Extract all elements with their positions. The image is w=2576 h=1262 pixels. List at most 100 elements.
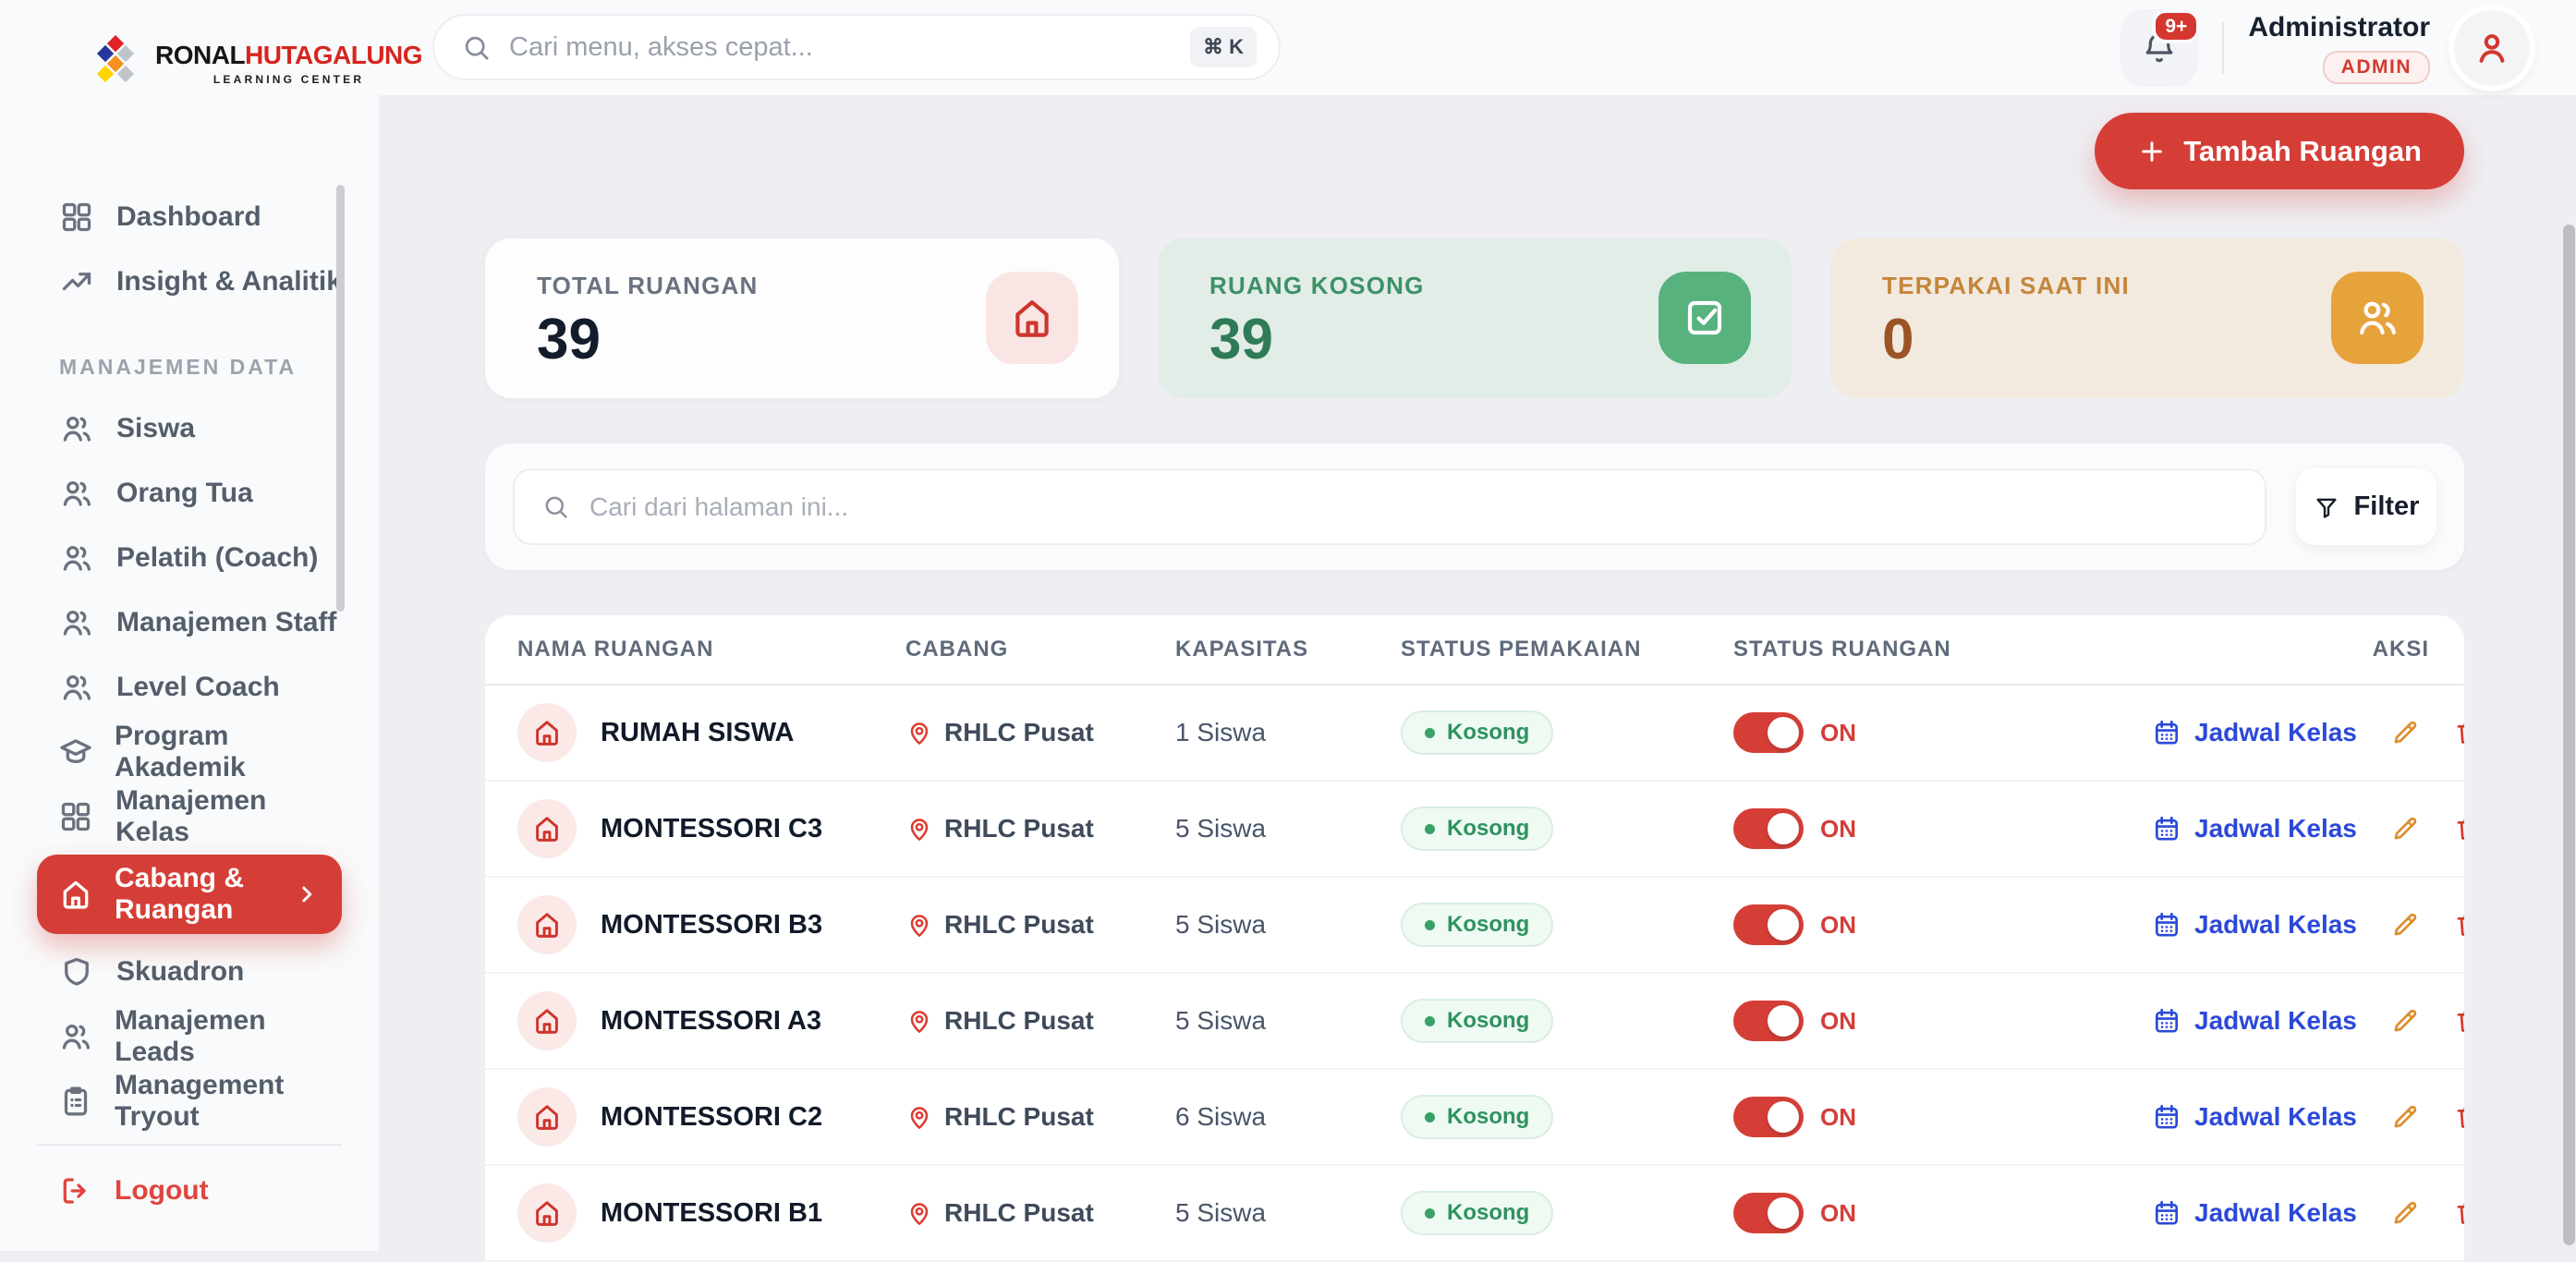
global-search-input[interactable] <box>509 32 1172 63</box>
brand-logo-icon <box>87 35 144 92</box>
sidebar-item-cabang-ruangan[interactable]: Cabang & Ruangan <box>37 855 342 934</box>
stat-card-total-ruangan: TOTAL RUANGAN 39 <box>485 238 1119 398</box>
sidebar-item-level-coach[interactable]: Level Coach <box>37 655 342 720</box>
home-icon <box>517 703 577 762</box>
delete-button[interactable] <box>2453 1198 2464 1228</box>
filter-icon <box>2314 494 2339 520</box>
table-body: RUMAH SISWARHLC Pusat1 SiswaKosongONJadw… <box>485 686 2464 1262</box>
room-status-cell: ON <box>1733 808 2152 849</box>
filter-button[interactable]: Filter <box>2296 468 2436 545</box>
room-power-toggle[interactable] <box>1733 1097 1804 1137</box>
edit-button[interactable] <box>2390 1198 2420 1228</box>
logout-button[interactable]: Logout <box>37 1159 342 1223</box>
usage-status-cell: Kosong <box>1401 710 1733 755</box>
toggle-state-label: ON <box>1820 719 1856 747</box>
usage-status-cell: Kosong <box>1401 903 1733 947</box>
table-row: MONTESSORI B3RHLC Pusat5 SiswaKosongONJa… <box>485 878 2464 974</box>
schedule-link[interactable]: Jadwal Kelas <box>2152 814 2357 843</box>
room-power-toggle[interactable] <box>1733 904 1804 945</box>
avatar[interactable] <box>2454 10 2530 86</box>
room-name-cell: MONTESSORI C2 <box>517 1087 905 1147</box>
stats-row: TOTAL RUANGAN 39 RUANG KOSONG 39 TERPAKA… <box>485 238 2464 398</box>
toggle-state-label: ON <box>1820 1103 1856 1132</box>
home-icon <box>517 1183 577 1243</box>
filter-label: Filter <box>2354 491 2420 522</box>
room-name-cell: MONTESSORI A3 <box>517 991 905 1050</box>
delete-button[interactable] <box>2453 1006 2464 1036</box>
sidebar-item-manajemen-leads[interactable]: Manajemen Leads <box>37 1004 342 1069</box>
sidebar-item-label: Manajemen Kelas <box>115 785 342 848</box>
usage-status-cell: Kosong <box>1401 807 1733 851</box>
room-power-toggle[interactable] <box>1733 1001 1804 1041</box>
search-icon <box>462 33 491 62</box>
sidebar-item-pelatih-coach[interactable]: Pelatih (Coach) <box>37 526 342 590</box>
stat-card-terpakai: TERPAKAI SAAT INI 0 <box>1830 238 2464 398</box>
table-row: MONTESSORI C2RHLC Pusat6 SiswaKosongONJa… <box>485 1070 2464 1166</box>
sidebar-item-dashboard[interactable]: Dashboard <box>37 185 342 249</box>
edit-button[interactable] <box>2390 1006 2420 1036</box>
home-icon <box>986 272 1078 364</box>
branch-name: RHLC Pusat <box>944 1198 1094 1228</box>
delete-button[interactable] <box>2453 910 2464 940</box>
schedule-link[interactable]: Jadwal Kelas <box>2152 718 2357 747</box>
sidebar-item-orang-tua[interactable]: Orang Tua <box>37 461 342 526</box>
brand-logo-text: RONALHUTAGALUNG LEARNING CENTER <box>155 42 422 85</box>
col-header-status-pemakaian: STATUS PEMAKAIAN <box>1401 637 1733 662</box>
schedule-label: Jadwal Kelas <box>2194 1102 2357 1132</box>
map-pin-icon <box>905 815 933 843</box>
room-power-toggle[interactable] <box>1733 808 1804 849</box>
brand-subtitle: LEARNING CENTER <box>155 74 422 85</box>
branch-cell: RHLC Pusat <box>905 1102 1175 1132</box>
delete-button[interactable] <box>2453 718 2464 747</box>
status-text: Kosong <box>1447 1200 1529 1226</box>
schedule-link[interactable]: Jadwal Kelas <box>2152 910 2357 940</box>
status-dot-icon <box>1425 1016 1435 1026</box>
sidebar-item-label: Manajemen Staff <box>116 607 336 638</box>
edit-button[interactable] <box>2390 910 2420 940</box>
delete-button[interactable] <box>2453 814 2464 843</box>
sidebar-item-manajemen-staff[interactable]: Manajemen Staff <box>37 590 342 655</box>
add-room-label: Tambah Ruangan <box>2183 135 2422 168</box>
room-status-cell: ON <box>1733 712 2152 753</box>
sidebar-item-siswa[interactable]: Siswa <box>37 396 342 461</box>
status-text: Kosong <box>1447 720 1529 746</box>
status-text: Kosong <box>1447 912 1529 938</box>
branch-name: RHLC Pusat <box>944 1102 1094 1132</box>
sidebar-item-manajemen-kelas[interactable]: Manajemen Kelas <box>37 784 342 849</box>
room-name-cell: MONTESSORI C3 <box>517 799 905 858</box>
sidebar-item-label: Dashboard <box>116 201 261 233</box>
branch-cell: RHLC Pusat <box>905 1006 1175 1036</box>
schedule-link[interactable]: Jadwal Kelas <box>2152 1102 2357 1132</box>
chevron-right-icon <box>292 880 322 908</box>
schedule-link[interactable]: Jadwal Kelas <box>2152 1006 2357 1036</box>
edit-button[interactable] <box>2390 718 2420 747</box>
sidebar-item-program-akademik[interactable]: Program Akademik <box>37 720 342 784</box>
room-status-cell: ON <box>1733 904 2152 945</box>
room-power-toggle[interactable] <box>1733 1193 1804 1233</box>
notifications-button[interactable]: 9+ <box>2120 9 2198 87</box>
table-search-input[interactable] <box>589 492 2237 522</box>
map-pin-icon <box>905 911 933 939</box>
table-header-row: NAMA RUANGAN CABANG KAPASITAS STATUS PEM… <box>485 615 2464 686</box>
sidebar-item-label: Orang Tua <box>116 478 253 509</box>
sidebar-item-insight-analitik[interactable]: Insight & Analitik <box>37 249 342 314</box>
sidebar-divider <box>37 1144 342 1146</box>
schedule-link[interactable]: Jadwal Kelas <box>2152 1198 2357 1228</box>
sidebar-item-skuadron[interactable]: Skuadron <box>37 940 342 1004</box>
edit-button[interactable] <box>2390 814 2420 843</box>
home-icon <box>517 895 577 954</box>
page-scrollbar[interactable] <box>2563 224 2575 1245</box>
home-icon <box>517 991 577 1050</box>
edit-button[interactable] <box>2390 1102 2420 1132</box>
capacity-cell: 6 Siswa <box>1175 1102 1401 1132</box>
delete-button[interactable] <box>2453 1102 2464 1132</box>
add-room-button[interactable]: Tambah Ruangan <box>2095 113 2464 189</box>
sidebar-item-management-tryout[interactable]: Management Tryout <box>37 1069 342 1134</box>
sidebar-scrollbar[interactable] <box>336 185 345 612</box>
users-icon <box>59 1020 92 1053</box>
actions-cell: Jadwal Kelas <box>2152 1198 2464 1228</box>
room-name: MONTESSORI A3 <box>601 1006 821 1037</box>
col-header-cabang: CABANG <box>905 637 1175 662</box>
room-power-toggle[interactable] <box>1733 712 1804 753</box>
status-dot-icon <box>1425 824 1435 834</box>
